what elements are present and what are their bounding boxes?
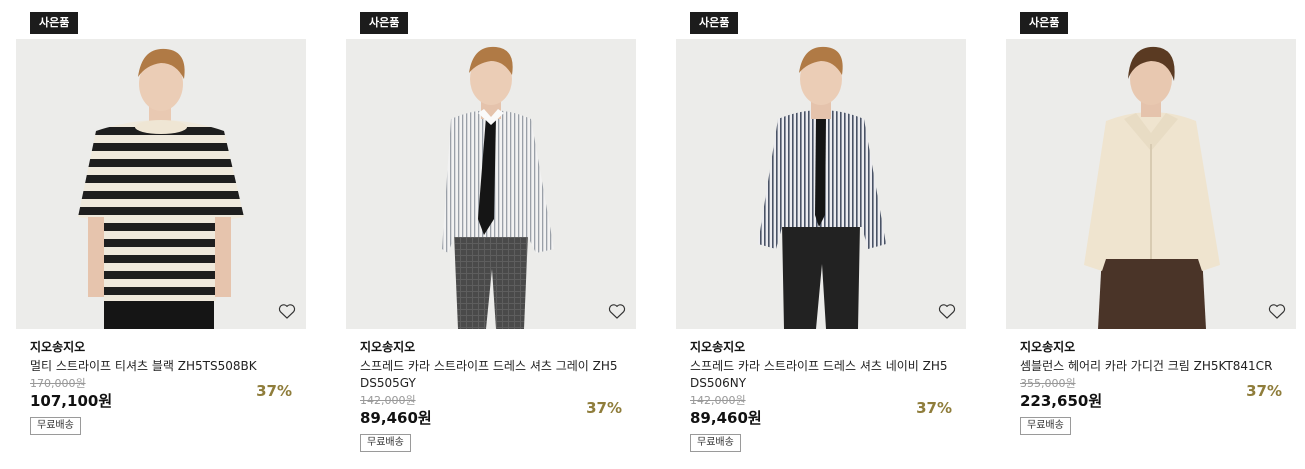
sale-price: 89,460원: [360, 409, 432, 427]
brand-name[interactable]: 지오송지오: [30, 339, 292, 355]
gift-badge: 사은품: [360, 12, 409, 34]
sale-price: 107,100원: [30, 392, 113, 410]
product-name[interactable]: 스프레드 카라 스트라이프 드레스 셔츠 그레이 ZH5DS505GY: [360, 358, 622, 392]
gift-badge: 사은품: [30, 12, 79, 34]
model-photo: [442, 46, 554, 329]
original-price: 142,000원: [360, 394, 416, 407]
discount-rate: 37%: [916, 399, 952, 417]
product-image[interactable]: [1006, 39, 1296, 329]
discount-rate: 37%: [586, 399, 622, 417]
model-photo: [758, 46, 886, 329]
product-name[interactable]: 스프레드 카라 스트라이프 드레스 셔츠 네이비 ZH5DS506NY: [690, 358, 952, 392]
heart-icon[interactable]: [607, 301, 627, 321]
product-image[interactable]: [16, 39, 306, 329]
gift-badge: 사은품: [1020, 12, 1069, 34]
brand-name[interactable]: 지오송지오: [690, 339, 952, 355]
heart-icon[interactable]: [1267, 301, 1287, 321]
discount-rate: 37%: [1246, 382, 1282, 400]
sale-price: 223,650원: [1020, 392, 1103, 410]
product-grid: 사은품 지오송지오 멀티 스트라이프 티셔츠 블랙 ZH5TS508BK 170…: [0, 0, 1305, 469]
model-photo: [1084, 46, 1220, 329]
brand-name[interactable]: 지오송지오: [1020, 339, 1282, 355]
product-name[interactable]: 셈블런스 헤어리 카라 가디건 크림 ZH5KT841CR: [1020, 358, 1282, 375]
free-shipping-tag: 무료배송: [360, 434, 411, 452]
original-price: 142,000원: [690, 394, 746, 407]
gift-badge: 사은품: [690, 12, 739, 34]
brand-name[interactable]: 지오송지오: [360, 339, 622, 355]
free-shipping-tag: 무료배송: [690, 434, 741, 452]
original-price: 355,000원: [1020, 377, 1076, 390]
product-name[interactable]: 멀티 스트라이프 티셔츠 블랙 ZH5TS508BK: [30, 358, 292, 375]
discount-rate: 37%: [256, 382, 292, 400]
free-shipping-tag: 무료배송: [30, 417, 81, 435]
sale-price: 89,460원: [690, 409, 762, 427]
heart-icon[interactable]: [937, 301, 957, 321]
original-price: 170,000원: [30, 377, 86, 390]
product-image[interactable]: [676, 39, 966, 329]
product-image[interactable]: [346, 39, 636, 329]
free-shipping-tag: 무료배송: [1020, 417, 1071, 435]
model-photo: [78, 48, 244, 329]
heart-icon[interactable]: [277, 301, 297, 321]
